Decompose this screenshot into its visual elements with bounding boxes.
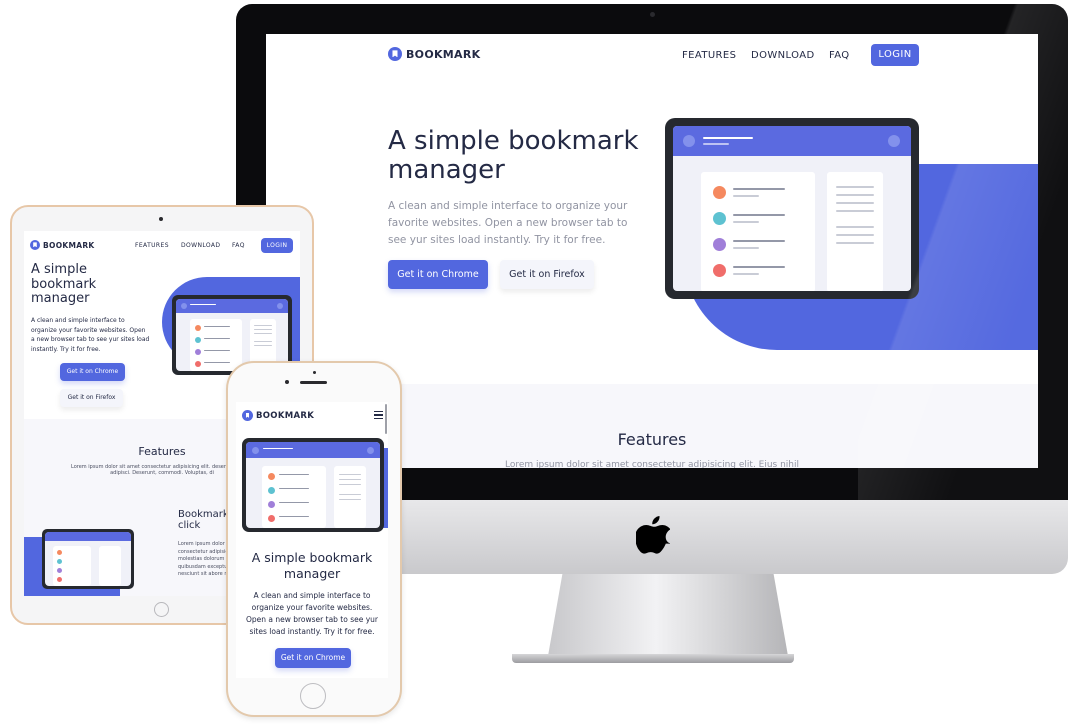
hero-description: A clean and simple interface to organize… (31, 317, 150, 353)
teal-dot (268, 487, 275, 494)
hero-description: A clean and simple interface to organize… (245, 591, 379, 636)
get-firefox-button[interactable]: Get it on Firefox (60, 389, 123, 407)
mobile-site-preview: BOOKMARK A simple bookmark manager A cle… (236, 402, 388, 678)
red-dot (195, 361, 201, 367)
red-dot (268, 515, 275, 522)
apple-logo-icon (636, 516, 670, 554)
bookmark-logo-icon (242, 410, 253, 421)
nav-download-link[interactable]: DOWNLOAD (181, 242, 220, 249)
iphone-speaker (300, 381, 327, 384)
hero-illustration (242, 438, 384, 532)
purple-dot (713, 238, 726, 251)
logo-text: BOOKMARK (256, 410, 315, 421)
orange-dot (268, 473, 275, 480)
imac-camera (650, 12, 655, 17)
purple-dot (268, 501, 275, 508)
imac-stand-foot (512, 654, 794, 663)
teal-dot (713, 212, 726, 225)
tablet-logo[interactable]: BOOKMARK (30, 240, 95, 250)
hero-title: A simple bookmark manager (251, 550, 373, 582)
iphone-front-sensor (313, 371, 316, 374)
get-chrome-button[interactable]: Get it on Chrome (388, 260, 488, 289)
get-firefox-button[interactable]: Get it on Firefox (500, 260, 594, 289)
nav-features-link[interactable]: FEATURES (135, 242, 169, 249)
red-dot (713, 264, 726, 277)
logo-text: BOOKMARK (406, 47, 481, 61)
nav-features-link[interactable]: FEATURES (682, 50, 736, 61)
scrollbar[interactable] (385, 404, 387, 434)
hero-title: A simple bookmark manager (388, 126, 639, 186)
logo-text: BOOKMARK (43, 240, 95, 250)
get-chrome-button[interactable]: Get it on Chrome (275, 648, 351, 668)
bookmark-logo-icon (388, 47, 402, 61)
login-button[interactable]: LOGIN (871, 44, 919, 66)
desktop-logo[interactable]: BOOKMARK (388, 47, 480, 61)
features-illustration (42, 529, 134, 589)
orange-dot (195, 325, 201, 331)
teal-dot (195, 337, 201, 343)
hero-title: A simple bookmark manager (31, 262, 97, 307)
nav-faq-link[interactable]: FAQ (829, 50, 850, 61)
iphone-home-button (300, 683, 326, 709)
hero-description: A clean and simple interface to organize… (388, 200, 628, 246)
hero-illustration (665, 118, 919, 299)
mobile-logo[interactable]: BOOKMARK (242, 410, 314, 421)
nav-faq-link[interactable]: FAQ (232, 242, 245, 249)
iphone-camera (285, 380, 289, 384)
ipad-camera (159, 217, 163, 221)
ipad-home-button (154, 602, 169, 617)
purple-dot (195, 349, 201, 355)
hamburger-menu-icon[interactable] (374, 411, 383, 421)
get-chrome-button[interactable]: Get it on Chrome (60, 363, 125, 381)
bookmark-logo-icon (30, 240, 40, 250)
login-button[interactable]: LOGIN (261, 238, 293, 253)
imac-stand (548, 574, 788, 656)
nav-download-link[interactable]: DOWNLOAD (751, 50, 815, 61)
orange-dot (713, 186, 726, 199)
